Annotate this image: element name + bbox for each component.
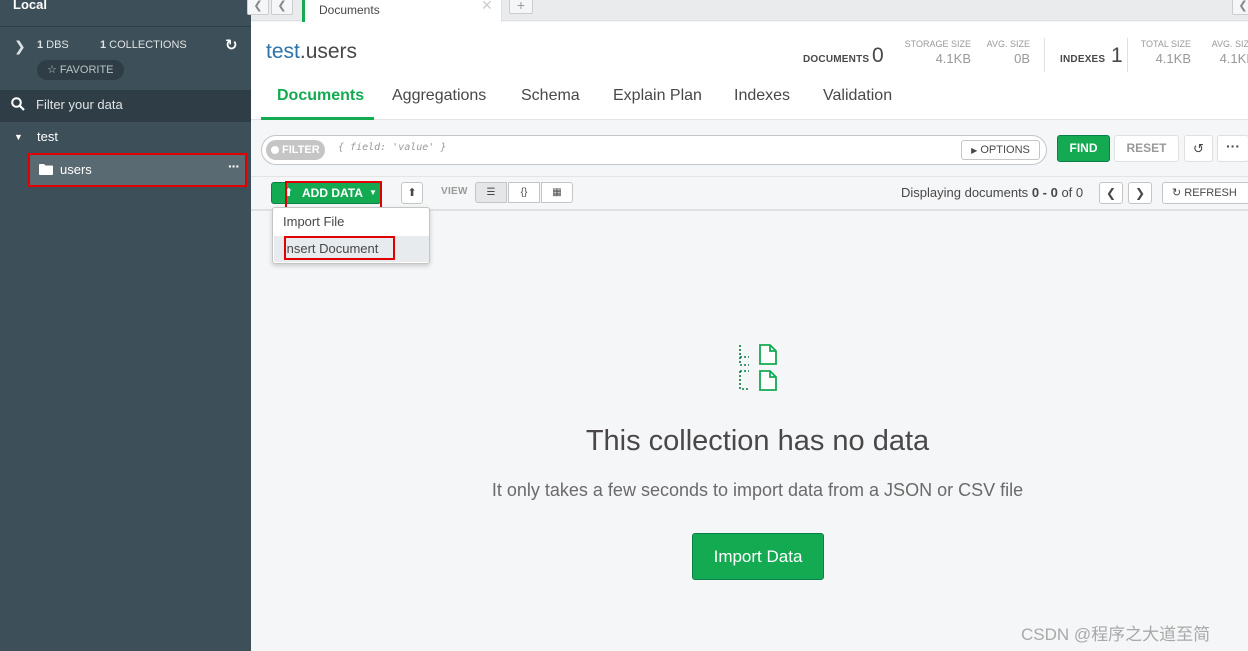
watermark: CSDN @程序之大道至简 xyxy=(1021,625,1211,644)
find-button[interactable]: FIND xyxy=(1057,135,1110,162)
json-view-icon[interactable]: {} xyxy=(508,182,540,203)
tab-indexes[interactable]: Indexes xyxy=(734,87,790,105)
header-divider-2 xyxy=(1127,38,1128,72)
collection-header: test.users DOCUMENTS 0 STORAGE SIZE 4.1K… xyxy=(251,22,1248,120)
storage-size-value: 4.1KB xyxy=(935,51,971,66)
more-options-icon[interactable]: ··· xyxy=(228,158,240,174)
insert-document-highlight xyxy=(284,236,395,260)
tab-nav-right-icon[interactable]: ❮ xyxy=(1232,0,1248,15)
export-icon[interactable]: ⬆ xyxy=(401,182,423,204)
sidebar-item-users[interactable]: users ··· xyxy=(28,153,247,187)
collection-name: users xyxy=(60,162,92,177)
instance-stats: ❯ 1 DBS 1 COLLECTIONS ↻ ☆ FAVORITE xyxy=(0,26,251,90)
filter-data-input[interactable] xyxy=(36,97,236,112)
add-data-highlight xyxy=(285,181,382,210)
tab-back-icon[interactable]: ❮ xyxy=(271,0,293,15)
refresh-icon: ↻ xyxy=(1172,187,1182,199)
tab-label: Documents xyxy=(319,3,380,17)
avg-size-label: AVG. SIZE xyxy=(986,39,1030,49)
close-icon[interactable]: ✕ xyxy=(481,0,493,14)
avg-index-size-value: 4.1KB xyxy=(1219,51,1248,66)
storage-size-label: STORAGE SIZE xyxy=(904,39,971,49)
refresh-icon[interactable]: ↻ xyxy=(225,36,238,54)
total-size-value: 4.1KB xyxy=(1155,51,1191,66)
refresh-button[interactable]: ↻ REFRESH xyxy=(1162,182,1248,204)
indexes-label: INDEXES xyxy=(1060,54,1106,65)
sidebar-filter xyxy=(0,90,251,122)
tab-documents[interactable]: Documents ✕ xyxy=(302,0,502,22)
total-size-label: TOTAL SIZE xyxy=(1140,39,1191,49)
reset-button[interactable]: RESET xyxy=(1114,135,1179,162)
folder-icon xyxy=(39,164,53,175)
info-icon xyxy=(271,146,279,154)
tab-bar: ❮ ❮ Documents ✕ + ❮ xyxy=(247,0,1248,22)
sidebar: Local ❯ 1DBS 1COLLECTIONS ↻ ☆ FAVORITE ▼… xyxy=(0,0,251,651)
connection-title: Local xyxy=(13,0,47,12)
documents-toolbar: ⬆ ADD DATA ▼ ⬆ VIEW ☰ {} ▦ Displaying do… xyxy=(251,177,1248,211)
collections-count: 1 COLLECTIONS xyxy=(100,39,187,51)
empty-title: This collection has no data xyxy=(585,425,930,457)
filter-query-input[interactable] xyxy=(338,142,938,153)
menu-item-import-file[interactable]: Import File xyxy=(274,209,429,235)
empty-subtitle: It only takes a few seconds to import da… xyxy=(491,480,1024,500)
filter-badge: FILTER xyxy=(266,140,325,160)
sidebar-item-test[interactable]: ▼ test xyxy=(0,123,251,151)
tab-schema[interactable]: Schema xyxy=(521,87,580,105)
chevron-right-icon[interactable]: ❯ xyxy=(14,38,26,55)
history-icon[interactable]: ↺ xyxy=(1184,135,1213,162)
tab-aggregations[interactable]: Aggregations xyxy=(392,87,486,105)
caret-right-icon: ▶ xyxy=(971,146,978,155)
caret-down-icon[interactable]: ▼ xyxy=(14,132,23,142)
options-button[interactable]: ▶ OPTIONS xyxy=(961,140,1040,160)
database-name: test xyxy=(37,129,58,144)
next-page-icon[interactable]: ❯ xyxy=(1128,182,1152,204)
table-view-icon[interactable]: ▦ xyxy=(541,182,573,203)
favorite-button[interactable]: ☆ FAVORITE xyxy=(37,60,124,80)
empty-state: This collection has no data It only take… xyxy=(251,212,1248,651)
filter-box[interactable]: FILTER ▶ OPTIONS xyxy=(261,135,1047,165)
list-view-icon[interactable]: ☰ xyxy=(475,182,507,203)
pagination-info: Displaying documents 0 - 0 of 0 xyxy=(901,185,1084,200)
avg-size-value: 0B xyxy=(1014,51,1030,66)
tab-documents-view[interactable]: Documents xyxy=(277,87,364,105)
indexes-count: 1 xyxy=(1111,44,1123,67)
active-tab-underline xyxy=(261,117,374,120)
view-label: VIEW xyxy=(441,186,468,197)
namespace-title: test.users xyxy=(266,40,358,63)
previous-page-icon[interactable]: ❮ xyxy=(1099,182,1123,204)
tab-nav-left-icon[interactable]: ❮ xyxy=(247,0,269,15)
tab-validation[interactable]: Validation xyxy=(823,87,892,105)
tab-explain-plan[interactable]: Explain Plan xyxy=(613,87,702,105)
dbs-count: 1 DBS xyxy=(37,39,69,51)
more-options-button[interactable]: ··· xyxy=(1217,135,1248,162)
documents-label: DOCUMENTS xyxy=(803,54,870,65)
documents-icon xyxy=(739,344,777,391)
header-divider xyxy=(1044,38,1045,72)
avg-index-size-label: AVG. SIZE xyxy=(1211,39,1248,49)
query-bar: FILTER ▶ OPTIONS FIND RESET ↺ ··· xyxy=(251,122,1248,177)
search-icon xyxy=(11,97,25,111)
new-tab-icon[interactable]: + xyxy=(509,0,533,14)
import-data-button[interactable]: Import Data xyxy=(692,533,824,580)
documents-count: 0 xyxy=(872,44,884,67)
